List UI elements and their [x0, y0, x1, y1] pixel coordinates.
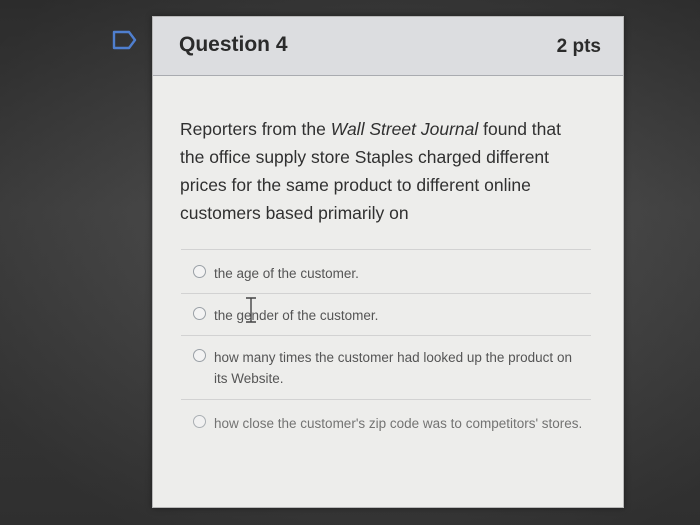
answer-divider — [181, 399, 591, 400]
answer-divider — [181, 293, 591, 294]
prompt-text-start: Reporters from the — [180, 119, 331, 139]
radio-button[interactable] — [193, 349, 206, 362]
question-prompt: Reporters from the Wall Street Journal f… — [180, 115, 590, 227]
answer-label: how many times the customer had looked u… — [214, 350, 572, 386]
text-cursor-icon — [246, 297, 256, 323]
question-card: Question 4 2 pts Reporters from the Wall… — [152, 16, 624, 508]
radio-button[interactable] — [193, 415, 206, 428]
flag-icon[interactable] — [112, 30, 138, 50]
prompt-publication: Wall Street Journal — [330, 119, 479, 139]
answer-divider — [181, 335, 591, 336]
radio-button[interactable] — [193, 307, 206, 320]
question-header: Question 4 2 pts — [153, 17, 623, 76]
answers-divider — [181, 249, 591, 250]
question-points: 2 pts — [556, 36, 601, 57]
answer-label: how close the customer's zip code was to… — [214, 416, 583, 431]
radio-button[interactable] — [193, 265, 206, 278]
answer-label: the gender of the customer. — [214, 308, 379, 323]
answer-label: the age of the customer. — [214, 266, 359, 281]
question-title: Question 4 — [179, 33, 288, 56]
